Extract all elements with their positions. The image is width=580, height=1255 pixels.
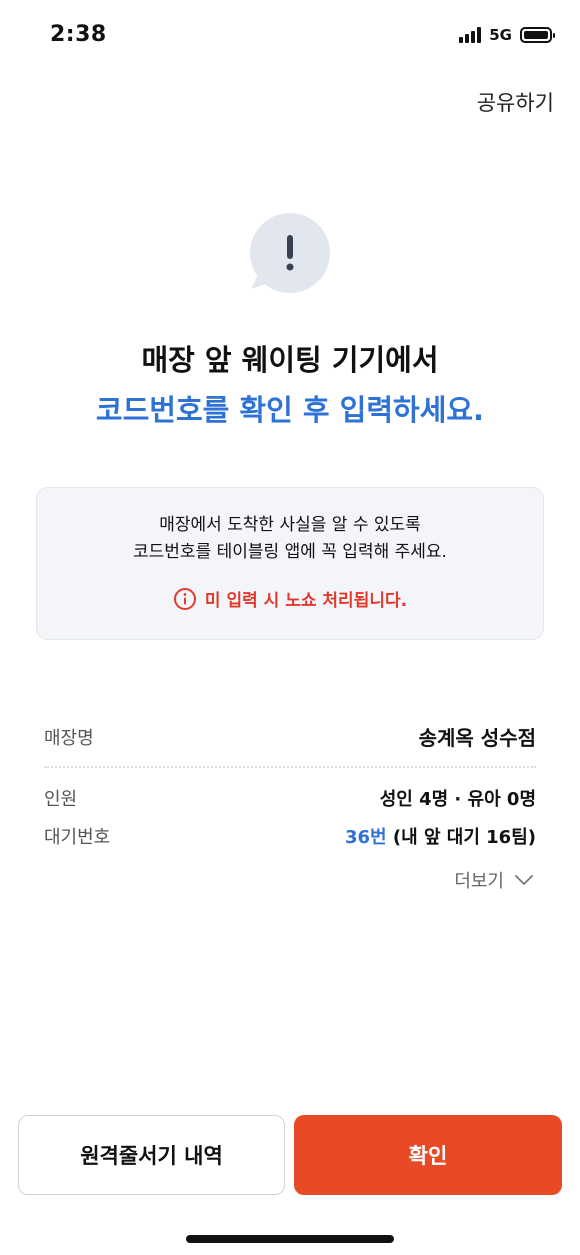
share-button[interactable]: 공유하기	[477, 87, 554, 117]
noshow-warning-text: 미 입력 시 노쇼 처리됩니다.	[204, 591, 408, 611]
notice-box: 매장에서 도착한 사실을 알 수 있도록 코드번호를 테이블링 앱에 꼭 입력해…	[36, 487, 544, 640]
people-value: 성인 4명 · 유아 0명	[379, 789, 536, 810]
more-label: 더보기	[454, 871, 504, 892]
headline-line1: 매장 앞 웨이팅 기기에서	[141, 343, 439, 377]
divider	[44, 766, 536, 768]
store-label: 매장명	[44, 727, 94, 749]
store-row: 매장명 송계옥 성수점	[44, 722, 536, 751]
alert-bubble-icon	[250, 213, 330, 293]
info-circle-icon	[173, 587, 196, 610]
battery-icon	[520, 27, 555, 43]
wait-label: 대기번호	[44, 827, 111, 848]
store-value: 송계옥 성수점	[418, 726, 536, 750]
status-indicators: 5G	[459, 26, 555, 44]
confirm-button[interactable]: 확인	[294, 1115, 562, 1195]
more-button[interactable]: 더보기	[454, 867, 534, 893]
wait-value: 36번 (내 앞 대기 16팀)	[345, 823, 536, 849]
chevron-down-icon	[515, 875, 533, 885]
people-row: 인원 성인 4명 · 유아 0명	[44, 785, 536, 811]
notice-line2: 코드번호를 테이블링 앱에 꼭 입력해 주세요.	[133, 542, 447, 562]
headline: 매장 앞 웨이팅 기기에서 코드번호를 확인 후 입력하세요.	[0, 340, 580, 430]
remote-queue-history-button[interactable]: 원격줄서기 내역	[18, 1115, 285, 1195]
wait-row: 대기번호 36번 (내 앞 대기 16팀)	[44, 823, 536, 849]
status-time: 2:38	[50, 22, 107, 47]
status-bar: 2:38 5G	[0, 0, 580, 74]
headline-line2: 코드번호를 확인 후 입력하세요.	[95, 393, 485, 427]
signal-icon	[459, 27, 482, 43]
network-type: 5G	[489, 26, 512, 44]
people-label: 인원	[44, 789, 78, 810]
noshow-warning: 미 입력 시 노쇼 처리됩니다.	[37, 586, 543, 611]
wait-number: 36번	[345, 827, 387, 848]
notice-line1: 매장에서 도착한 사실을 알 수 있도록	[159, 515, 421, 535]
wait-detail: (내 앞 대기 16팀)	[392, 827, 536, 848]
home-indicator	[186, 1235, 394, 1243]
